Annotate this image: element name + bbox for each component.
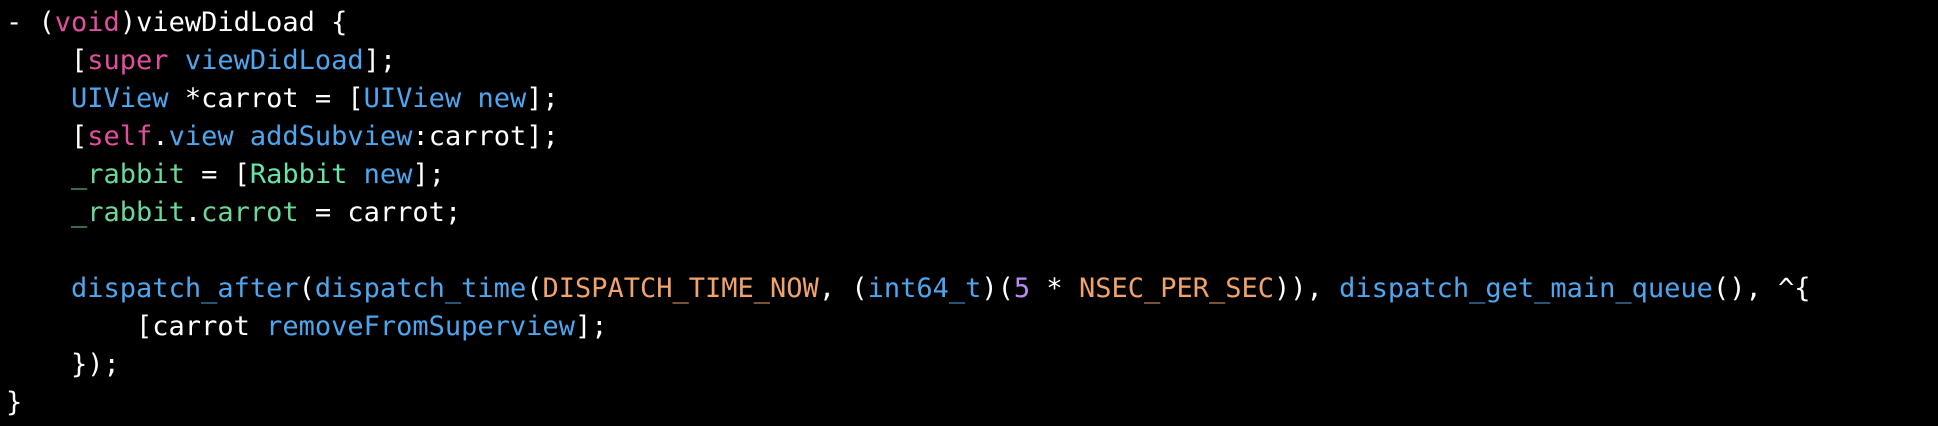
code-token-plain: * <box>1030 273 1079 304</box>
code-token-method: int64_t <box>867 273 982 304</box>
code-token-plain: [ <box>6 45 88 76</box>
code-line[interactable]: dispatch_after(dispatch_time(DISPATCH_TI… <box>6 270 1938 308</box>
code-token-plain: - ( <box>6 7 55 38</box>
code-token-plain: ]; <box>526 83 559 114</box>
code-token-keyword: super <box>87 45 169 76</box>
code-token-plain: ( <box>526 273 543 304</box>
code-line[interactable]: [self.view addSubview:carrot]; <box>6 118 1938 156</box>
code-token-plain: }); <box>6 349 120 380</box>
code-token-macro: NSEC_PER_SEC <box>1078 273 1275 304</box>
code-token-macro: DISPATCH_TIME_NOW <box>542 273 819 304</box>
code-line[interactable]: _rabbit = [Rabbit new]; <box>6 156 1938 194</box>
code-token-plain: ( <box>298 273 315 304</box>
code-token-method: UIView <box>71 83 169 114</box>
code-token-method: UIView <box>363 83 462 114</box>
code-token-method: new <box>363 159 413 190</box>
code-token-plain: = carrot; <box>298 197 462 228</box>
code-token-method: dispatch_after <box>71 273 299 304</box>
code-token-plain: *carrot = [ <box>168 83 364 114</box>
code-token-plain: , ( <box>818 273 868 304</box>
code-token-method: dispatch_time <box>314 273 527 304</box>
code-line[interactable]: }); <box>6 346 1938 384</box>
code-token-method: view <box>168 121 234 152</box>
code-token-plain: )viewDidLoad { <box>119 7 348 38</box>
code-token-keyword: void <box>54 7 120 38</box>
code-line[interactable]: _rabbit.carrot = carrot; <box>6 194 1938 232</box>
code-token-plain: . <box>184 197 202 228</box>
code-token-plain: ]; <box>574 311 608 342</box>
code-line[interactable]: [carrot removeFromSuperview]; <box>6 308 1938 346</box>
code-token-keyword: self <box>87 121 153 152</box>
code-token-number: 5 <box>1013 273 1031 304</box>
code-line[interactable]: UIView *carrot = [UIView new]; <box>6 80 1938 118</box>
code-token-ivar: carrot <box>201 197 299 228</box>
code-token-method: viewDidLoad <box>184 45 364 76</box>
code-token-ivar: _rabbit <box>71 159 185 190</box>
code-token-plain: (), ^{ <box>1712 273 1811 304</box>
code-token-method: addSubview <box>249 121 413 152</box>
code-token-plain: [ <box>6 121 88 152</box>
code-token-plain: ]; <box>363 45 397 76</box>
code-line[interactable]: [super viewDidLoad]; <box>6 42 1938 80</box>
code-token-plain: = [ <box>184 159 250 190</box>
code-token-method: dispatch_get_main_queue <box>1339 273 1713 304</box>
code-line[interactable] <box>6 232 1938 270</box>
code-token-method: removeFromSuperview <box>266 311 575 342</box>
code-token-plain: . <box>152 121 169 152</box>
code-line[interactable]: - (void)viewDidLoad { <box>6 4 1938 42</box>
code-token-plain: )( <box>981 273 1014 304</box>
code-token-method: new <box>477 83 527 114</box>
code-token-plain: )), <box>1274 273 1340 304</box>
code-token-plain: ]; <box>412 159 445 190</box>
code-line[interactable]: } <box>6 384 1938 422</box>
code-token-plain: :carrot]; <box>412 121 559 152</box>
code-token-plain: } <box>6 387 23 418</box>
code-editor[interactable]: - (void)viewDidLoad { [super viewDidLoad… <box>0 0 1938 426</box>
code-token-class_user: Rabbit <box>249 159 348 190</box>
code-token-ivar: _rabbit <box>71 197 185 228</box>
code-token-plain: [carrot <box>6 311 267 342</box>
